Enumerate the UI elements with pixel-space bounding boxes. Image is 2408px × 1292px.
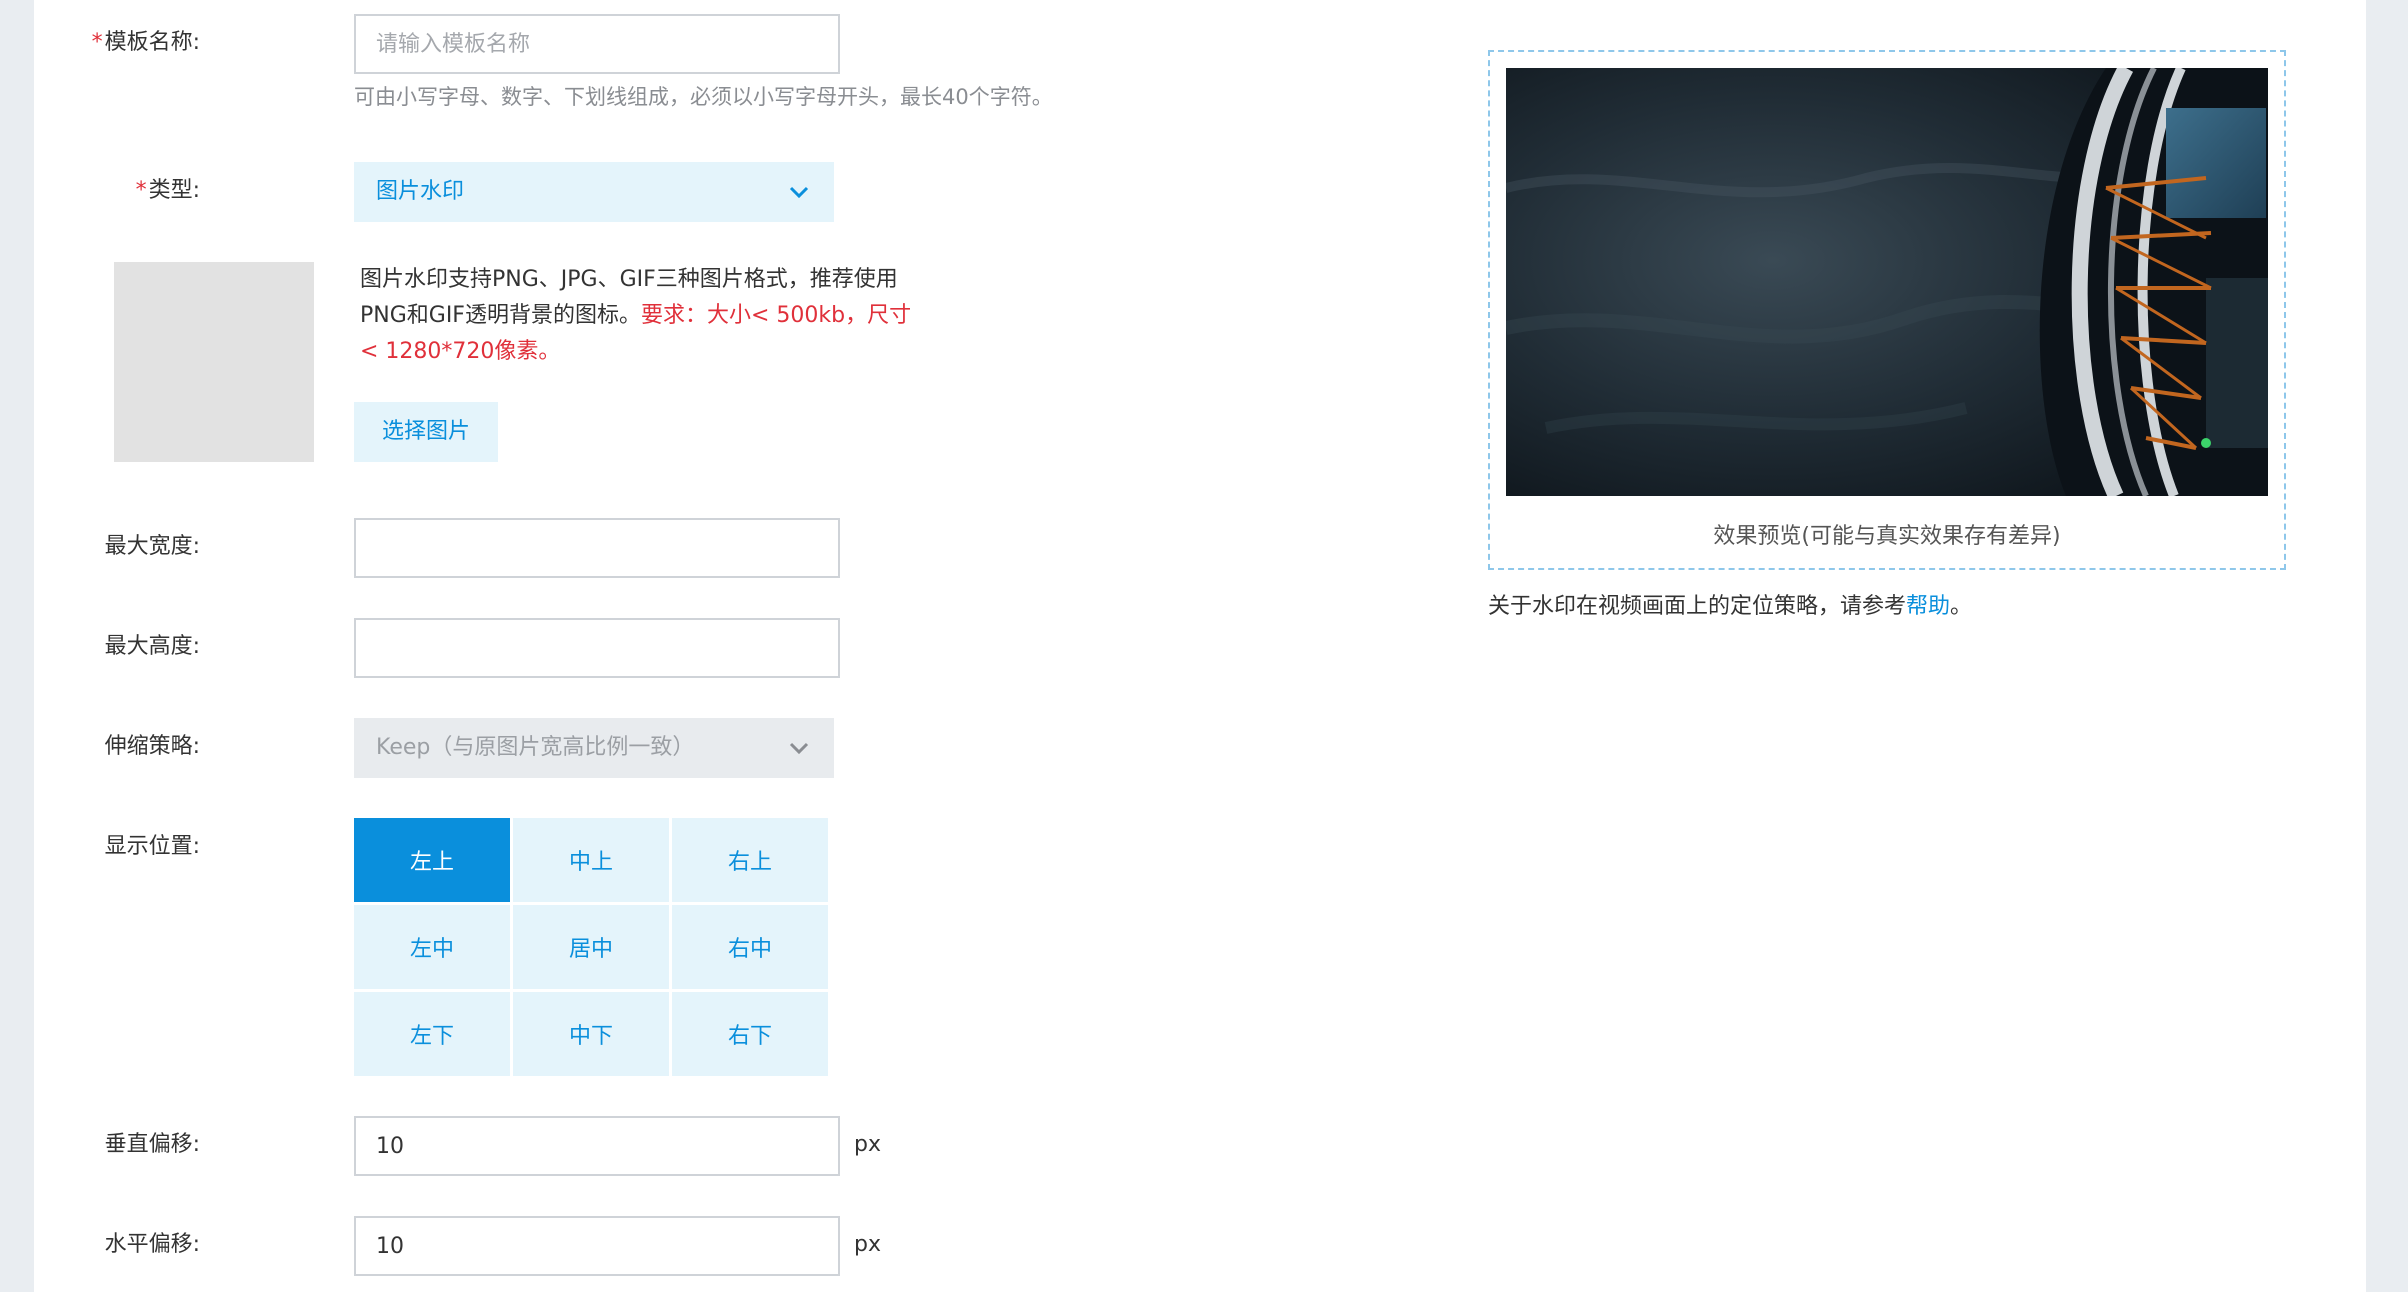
choose-image-button[interactable]: 选择图片: [354, 402, 498, 462]
position-middle-left[interactable]: 左中: [354, 905, 510, 989]
max-width-label: 最大宽度:: [104, 534, 200, 559]
template-name-hint: 可由小写字母、数字、下划线组成，必须以小写字母开头，最长40个字符。: [354, 85, 1053, 109]
scale-policy-value: Keep（与原图片宽高比例一致）: [376, 735, 695, 760]
help-link[interactable]: 帮助: [1906, 594, 1950, 619]
preview-scene-image: [1506, 68, 2268, 496]
position-top-right[interactable]: 右上: [672, 818, 828, 902]
positioning-note: 关于水印在视频画面上的定位策略，请参考帮助。: [1488, 594, 1973, 619]
position-grid: 左上 中上 右上 左中 居中 右中 左下 中下 右下: [354, 818, 828, 1076]
scale-policy-label: 伸缩策略:: [104, 734, 200, 759]
vertical-offset-input[interactable]: [354, 1116, 840, 1176]
scale-policy-select[interactable]: Keep（与原图片宽高比例一致）: [354, 718, 834, 778]
position-label: 显示位置:: [104, 834, 200, 859]
template-name-label: *模板名称:: [91, 30, 200, 55]
type-select-value: 图片水印: [376, 179, 465, 204]
watermark-image-thumbnail: [114, 262, 314, 462]
chevron-down-icon: [789, 186, 809, 199]
position-middle-right[interactable]: 右中: [672, 905, 828, 989]
horizontal-offset-input[interactable]: [354, 1216, 840, 1276]
horizontal-offset-unit: px: [854, 1232, 881, 1257]
image-upload-description: 图片水印支持PNG、JPG、GIF三种图片格式，推荐使用 PNG和GIF透明背景…: [360, 267, 912, 364]
type-label: *类型:: [135, 178, 200, 203]
chevron-down-icon: [789, 742, 809, 755]
vertical-offset-label: 垂直偏移:: [104, 1132, 200, 1157]
position-top-left[interactable]: 左上: [354, 818, 510, 902]
vertical-offset-unit: px: [854, 1132, 881, 1157]
position-center[interactable]: 居中: [513, 905, 669, 989]
max-height-label: 最大高度:: [104, 634, 200, 659]
position-bottom-center[interactable]: 中下: [513, 992, 669, 1076]
max-width-input[interactable]: [354, 518, 840, 578]
preview-box: 效果预览(可能与真实效果存有差异): [1488, 50, 2286, 570]
type-select[interactable]: 图片水印: [354, 162, 834, 222]
position-bottom-right[interactable]: 右下: [672, 992, 828, 1076]
preview-caption: 效果预览(可能与真实效果存有差异): [1713, 524, 2061, 549]
position-top-center[interactable]: 中上: [513, 818, 669, 902]
required-mark: *: [135, 178, 147, 203]
max-height-input[interactable]: [354, 618, 840, 678]
position-bottom-left[interactable]: 左下: [354, 992, 510, 1076]
horizontal-offset-label: 水平偏移:: [104, 1232, 200, 1257]
required-mark: *: [91, 30, 103, 55]
template-name-input[interactable]: [354, 14, 840, 74]
preview-image: [1506, 68, 2268, 496]
